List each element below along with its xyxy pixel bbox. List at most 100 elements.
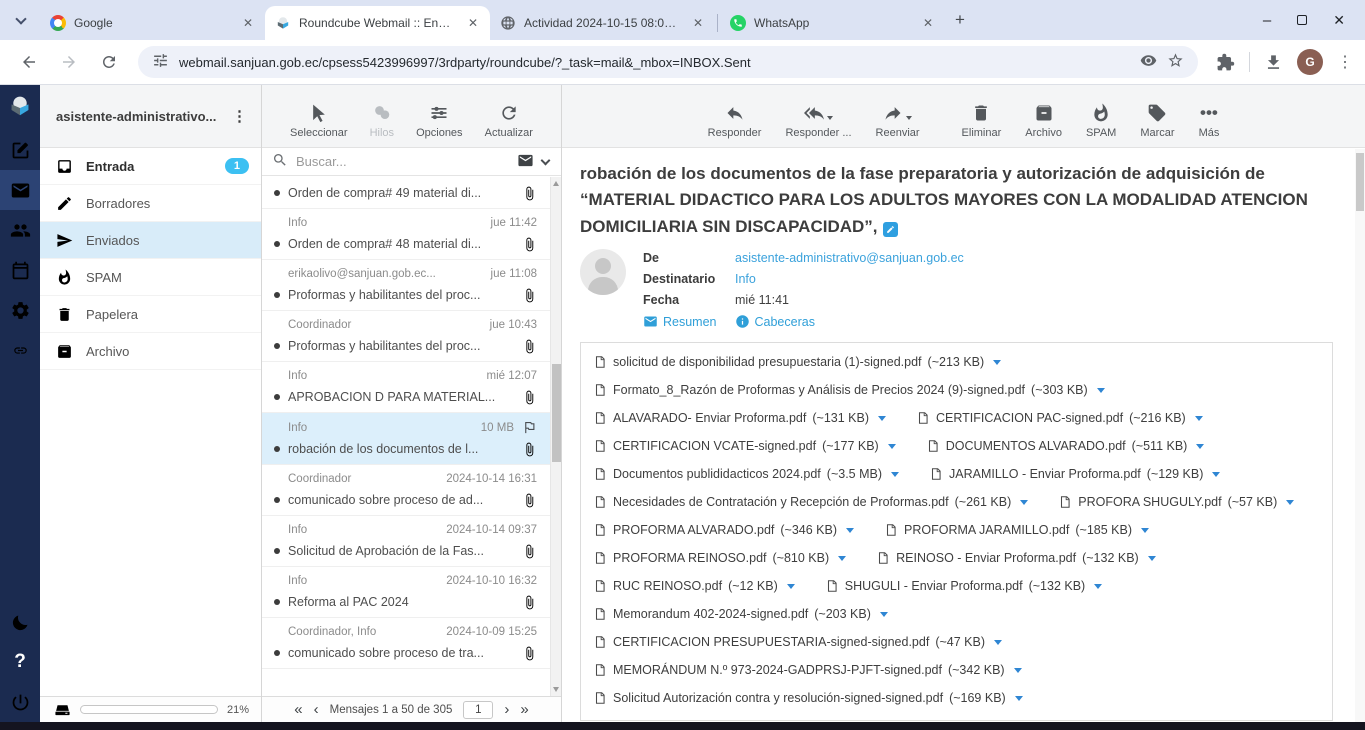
attachment-menu-caret-icon[interactable] bbox=[1014, 668, 1022, 673]
main-scrollbar[interactable] bbox=[1355, 149, 1365, 722]
reply-all-button[interactable]: Responder ... bbox=[785, 103, 851, 139]
attachment-menu-caret-icon[interactable] bbox=[1196, 444, 1204, 449]
bookmark-star-icon[interactable] bbox=[1167, 52, 1184, 72]
tab-actividad[interactable]: Actividad 2024-10-15 08:00:00 ✕ bbox=[490, 6, 715, 40]
tab-search-button[interactable] bbox=[8, 7, 34, 33]
headers-link[interactable]: Cabeceras bbox=[735, 314, 815, 329]
attachment-menu-caret-icon[interactable] bbox=[891, 472, 899, 477]
search-scope-icon[interactable] bbox=[517, 152, 534, 172]
scroll-up-icon[interactable] bbox=[553, 181, 559, 186]
attachment-item[interactable]: Solicitud Autorización contra y resoluci… bbox=[593, 690, 1023, 706]
attachment-menu-caret-icon[interactable] bbox=[1195, 416, 1203, 421]
dropdown-caret-icon[interactable] bbox=[906, 116, 912, 120]
mark-button[interactable]: Marcar bbox=[1140, 103, 1174, 139]
new-tab-button[interactable]: + bbox=[945, 10, 975, 30]
list-item[interactable]: erikaolivo@sanjuan.gob.ec... jue 11:08 P… bbox=[262, 260, 561, 311]
dark-mode-button[interactable] bbox=[0, 602, 40, 642]
attachment-item[interactable]: SHUGULI - Enviar Proforma.pdf (~132 KB) bbox=[825, 578, 1102, 594]
tab-close-icon[interactable]: ✕ bbox=[464, 14, 482, 32]
tab-whatsapp[interactable]: WhatsApp ✕ bbox=[720, 6, 945, 40]
archive-button[interactable]: Archivo bbox=[1025, 103, 1062, 139]
logout-button[interactable] bbox=[0, 682, 40, 722]
attachment-item[interactable]: MEMORÁNDUM N.º 973-2024-GADPRSJ-PJFT-sig… bbox=[593, 662, 1022, 678]
attachment-menu-caret-icon[interactable] bbox=[1212, 472, 1220, 477]
attachment-item[interactable]: CERTIFICACION PRESUPUESTARIA-signed-sign… bbox=[593, 634, 1002, 650]
forward-button[interactable]: Reenviar bbox=[876, 103, 920, 139]
tab-close-icon[interactable]: ✕ bbox=[239, 14, 257, 32]
rail-item-calendar[interactable] bbox=[0, 250, 40, 290]
attachment-menu-caret-icon[interactable] bbox=[838, 556, 846, 561]
help-button[interactable]: ? bbox=[0, 642, 40, 682]
folder-archivo[interactable]: Archivo bbox=[40, 333, 261, 370]
attachment-menu-caret-icon[interactable] bbox=[1094, 584, 1102, 589]
folder-borradores[interactable]: Borradores bbox=[40, 185, 261, 222]
list-item[interactable]: Info mié 12:07 APROBACION D PARA MATERIA… bbox=[262, 362, 561, 413]
attachment-item[interactable]: PROFORMA ALVARADO.pdf (~346 KB) bbox=[593, 522, 854, 538]
attachment-menu-caret-icon[interactable] bbox=[1141, 528, 1149, 533]
attachment-item[interactable]: ALAVARADO- Enviar Proforma.pdf (~131 KB) bbox=[593, 410, 886, 426]
spam-button[interactable]: SPAM bbox=[1086, 103, 1116, 139]
threads-button[interactable]: Hilos bbox=[370, 103, 394, 139]
close-button[interactable]: ✕ bbox=[1333, 12, 1345, 29]
list-item[interactable]: Info 2024-10-14 09:37 Solicitud de Aprob… bbox=[262, 516, 561, 567]
to-address-link[interactable]: Info bbox=[735, 272, 756, 287]
attachment-item[interactable]: DOCUMENTOS ALVARADO.pdf (~511 KB) bbox=[926, 438, 1205, 454]
tab-close-icon[interactable]: ✕ bbox=[919, 14, 937, 32]
rail-item-contacts[interactable] bbox=[0, 210, 40, 250]
dropdown-caret-icon[interactable] bbox=[827, 116, 833, 120]
summary-link[interactable]: Resumen bbox=[643, 314, 717, 329]
attachment-item[interactable]: PROFORA SHUGULY.pdf (~57 KB) bbox=[1058, 494, 1294, 510]
attachment-menu-caret-icon[interactable] bbox=[888, 444, 896, 449]
main-scroll-thumb[interactable] bbox=[1356, 153, 1364, 211]
attachment-menu-caret-icon[interactable] bbox=[1097, 388, 1105, 393]
list-item[interactable]: Coordinador 2024-10-14 16:31 comunicado … bbox=[262, 465, 561, 516]
attachment-item[interactable]: PROFORMA JARAMILLO.pdf (~185 KB) bbox=[884, 522, 1149, 538]
scroll-down-icon[interactable] bbox=[553, 687, 559, 692]
edit-subject-icon[interactable] bbox=[883, 222, 898, 237]
reload-button[interactable] bbox=[92, 53, 126, 71]
rail-item-cpanel-link[interactable] bbox=[0, 330, 40, 370]
last-page-button[interactable]: » bbox=[520, 702, 528, 717]
site-settings-icon[interactable] bbox=[152, 52, 169, 72]
list-item[interactable]: Info 10 MB robación de los documentos de… bbox=[262, 413, 561, 465]
attachment-menu-caret-icon[interactable] bbox=[846, 528, 854, 533]
attachment-item[interactable]: Documentos publididacticos 2024.pdf (~3.… bbox=[593, 466, 899, 482]
extensions-icon[interactable] bbox=[1216, 53, 1235, 72]
list-item[interactable]: Info jue 11:42 Orden de compra# 48 mater… bbox=[262, 209, 561, 260]
attachment-item[interactable]: CERTIFICACION VCATE-signed.pdf (~177 KB) bbox=[593, 438, 896, 454]
folder-spam[interactable]: SPAM bbox=[40, 259, 261, 296]
attachment-menu-caret-icon[interactable] bbox=[880, 612, 888, 617]
attachment-item[interactable]: REINOSO - Enviar Proforma.pdf (~132 KB) bbox=[876, 550, 1156, 566]
attachment-item[interactable]: CERTIFICACION PAC-signed.pdf (~216 KB) bbox=[916, 410, 1203, 426]
list-scrollbar[interactable] bbox=[550, 177, 561, 696]
list-item[interactable]: Info 2024-10-10 16:32 Reforma al PAC 202… bbox=[262, 567, 561, 618]
rail-item-mail[interactable] bbox=[0, 170, 40, 210]
browser-menu-icon[interactable]: ⋮ bbox=[1337, 52, 1353, 72]
url-text[interactable]: webmail.sanjuan.gob.ec/cpsess5423996997/… bbox=[179, 55, 1130, 70]
options-button[interactable]: Opciones bbox=[416, 103, 462, 139]
next-page-button[interactable]: › bbox=[504, 702, 509, 717]
attachment-menu-caret-icon[interactable] bbox=[994, 640, 1002, 645]
attachment-menu-caret-icon[interactable] bbox=[1148, 556, 1156, 561]
delete-button[interactable]: Eliminar bbox=[962, 103, 1002, 139]
folder-enviados[interactable]: Enviados bbox=[40, 222, 261, 259]
first-page-button[interactable]: « bbox=[294, 702, 302, 717]
list-item[interactable]: Coordinador jue 10:43 Proformas y habili… bbox=[262, 311, 561, 362]
select-button[interactable]: Seleccionar bbox=[290, 103, 347, 139]
maximize-button[interactable] bbox=[1297, 15, 1307, 25]
compose-button[interactable] bbox=[0, 130, 40, 170]
from-address-link[interactable]: asistente-administrativo@sanjuan.gob.ec bbox=[735, 251, 964, 266]
folder-papelera[interactable]: Papelera bbox=[40, 296, 261, 333]
search-options-chevron-icon[interactable] bbox=[541, 155, 551, 165]
tab-roundcube[interactable]: Roundcube Webmail :: Enviado: ✕ bbox=[265, 6, 490, 40]
tab-google[interactable]: Google ✕ bbox=[40, 6, 265, 40]
attachment-menu-caret-icon[interactable] bbox=[1020, 500, 1028, 505]
page-input[interactable]: 1 bbox=[463, 701, 493, 719]
download-icon[interactable] bbox=[1264, 53, 1283, 72]
attachment-item[interactable]: Formato_8_Razón de Proformas y Análisis … bbox=[593, 382, 1105, 398]
tab-close-icon[interactable]: ✕ bbox=[689, 14, 707, 32]
prev-page-button[interactable]: ‹ bbox=[314, 702, 319, 717]
eye-icon[interactable] bbox=[1140, 52, 1157, 72]
attachment-item[interactable]: JARAMILLO - Enviar Proforma.pdf (~129 KB… bbox=[929, 466, 1220, 482]
omnibox[interactable]: webmail.sanjuan.gob.ec/cpsess5423996997/… bbox=[138, 46, 1198, 78]
